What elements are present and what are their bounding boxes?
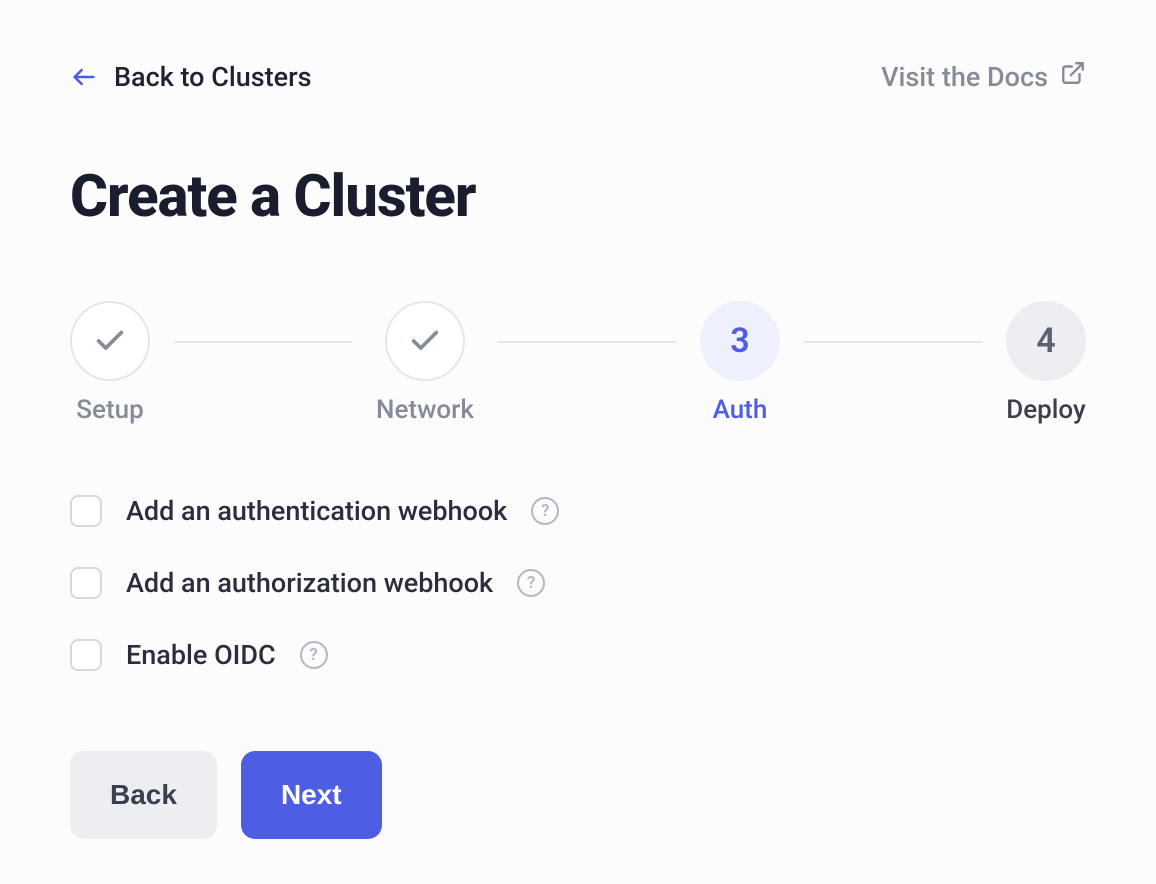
back-link-label: Back to Clusters [114, 61, 312, 93]
page-title: Create a Cluster [70, 163, 1086, 231]
step-deploy[interactable]: 4 Deploy [1006, 301, 1086, 425]
option-enable-oidc: Enable OIDC ? [70, 639, 1086, 671]
step-connector [498, 341, 676, 343]
option-label: Add an authentication webhook [126, 495, 507, 527]
step-label-network: Network [376, 395, 474, 425]
external-link-icon [1060, 60, 1086, 93]
step-connector [804, 341, 982, 343]
back-button[interactable]: Back [70, 751, 217, 839]
option-label: Add an authorization webhook [126, 567, 493, 599]
step-circle-network [385, 301, 465, 381]
help-icon[interactable]: ? [531, 497, 559, 525]
checkbox-authorization-webhook[interactable] [70, 567, 102, 599]
back-to-clusters-link[interactable]: Back to Clusters [70, 61, 312, 93]
step-label-setup: Setup [76, 395, 143, 425]
visit-docs-link[interactable]: Visit the Docs [881, 60, 1086, 93]
step-network[interactable]: Network [376, 301, 474, 425]
step-circle-setup [70, 301, 150, 381]
stepper: Setup Network 3 Auth 4 Deploy [70, 301, 1086, 425]
step-connector [174, 341, 352, 343]
help-icon[interactable]: ? [300, 641, 328, 669]
step-label-auth: Auth [713, 395, 768, 425]
button-row: Back Next [70, 751, 1086, 839]
next-button[interactable]: Next [241, 751, 382, 839]
check-icon [408, 324, 442, 358]
step-auth[interactable]: 3 Auth [700, 301, 780, 425]
check-icon [93, 324, 127, 358]
docs-link-label: Visit the Docs [881, 61, 1048, 93]
option-authentication-webhook: Add an authentication webhook ? [70, 495, 1086, 527]
checkbox-enable-oidc[interactable] [70, 639, 102, 671]
option-authorization-webhook: Add an authorization webhook ? [70, 567, 1086, 599]
step-circle-deploy: 4 [1006, 301, 1086, 381]
arrow-left-icon [70, 63, 98, 91]
help-icon[interactable]: ? [517, 569, 545, 597]
step-circle-auth: 3 [700, 301, 780, 381]
step-setup[interactable]: Setup [70, 301, 150, 425]
checkbox-authentication-webhook[interactable] [70, 495, 102, 527]
auth-options: Add an authentication webhook ? Add an a… [70, 495, 1086, 671]
header-row: Back to Clusters Visit the Docs [70, 60, 1086, 93]
option-label: Enable OIDC [126, 639, 276, 671]
step-label-deploy: Deploy [1006, 395, 1085, 425]
